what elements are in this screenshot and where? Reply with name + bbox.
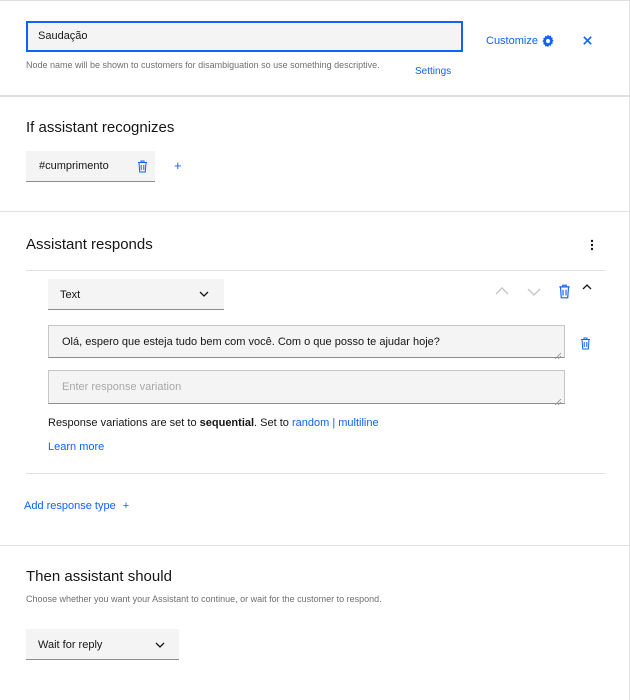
then-action-value: Wait for reply — [38, 639, 103, 651]
condition-tag: #cumprimento — [39, 160, 109, 172]
add-response-type-label: Add response type — [24, 500, 116, 512]
mode-random-link[interactable]: random — [292, 417, 329, 429]
condition-field[interactable]: #cumprimento — [26, 151, 155, 182]
gear-icon — [541, 34, 555, 48]
chevron-down-icon — [155, 642, 165, 648]
trash-icon[interactable] — [580, 337, 591, 350]
then-heading: Then assistant should — [26, 568, 172, 585]
node-name-input[interactable]: Saudação — [26, 21, 463, 52]
node-name-helper: Node name will be shown to customers for… — [26, 60, 380, 70]
header-divider — [0, 95, 630, 97]
mode-separator: | — [329, 417, 339, 429]
then-description: Choose whether you want your Assistant t… — [26, 594, 382, 604]
settings-link[interactable]: Settings — [415, 66, 451, 77]
customize-label: Customize — [486, 35, 538, 47]
plus-icon: + — [122, 500, 130, 512]
customize-button[interactable]: Customize — [486, 33, 555, 49]
response-bottom-divider — [26, 473, 605, 474]
response-variation-text: Olá, espero que esteja tudo bem com você… — [62, 336, 440, 348]
chevron-down-icon — [199, 291, 209, 297]
learn-more-link[interactable]: Learn more — [48, 441, 104, 453]
trash-icon[interactable] — [558, 284, 571, 299]
add-condition-button[interactable]: + — [174, 158, 182, 173]
mode-multiline-link[interactable]: multiline — [338, 417, 378, 429]
trash-icon[interactable] — [137, 160, 148, 173]
responds-divider — [0, 545, 630, 546]
chevron-down-icon[interactable] — [527, 288, 541, 296]
new-variation-field[interactable]: Enter response variation — [48, 370, 565, 406]
resize-handle[interactable] — [554, 347, 562, 360]
info-prefix: Response variations are set to — [48, 417, 200, 429]
resize-handle[interactable] — [554, 393, 562, 406]
recognizes-divider — [0, 211, 630, 212]
recognizes-heading: If assistant recognizes — [26, 119, 175, 136]
response-type-select[interactable]: Text — [48, 279, 224, 310]
node-name-value: Saudação — [38, 30, 88, 42]
responds-heading: Assistant responds — [26, 236, 153, 253]
chevron-up-icon[interactable] — [495, 287, 509, 295]
variation-mode-info: Response variations are set to sequentia… — [48, 417, 379, 429]
caret-up-icon[interactable] — [582, 283, 592, 290]
then-action-select[interactable]: Wait for reply — [26, 629, 179, 660]
mode-sequential: sequential — [199, 417, 255, 429]
response-type-value: Text — [60, 289, 81, 301]
response-top-divider — [26, 270, 605, 271]
top-divider — [0, 0, 630, 1]
add-response-type-button[interactable]: Add response type + — [24, 500, 129, 512]
info-middle: . Set to — [254, 417, 292, 429]
response-variation-field[interactable]: Olá, espero que esteja tudo bem com você… — [48, 325, 565, 360]
overflow-menu-icon[interactable] — [590, 239, 594, 251]
close-icon[interactable] — [582, 35, 593, 46]
new-variation-placeholder: Enter response variation — [62, 381, 182, 393]
